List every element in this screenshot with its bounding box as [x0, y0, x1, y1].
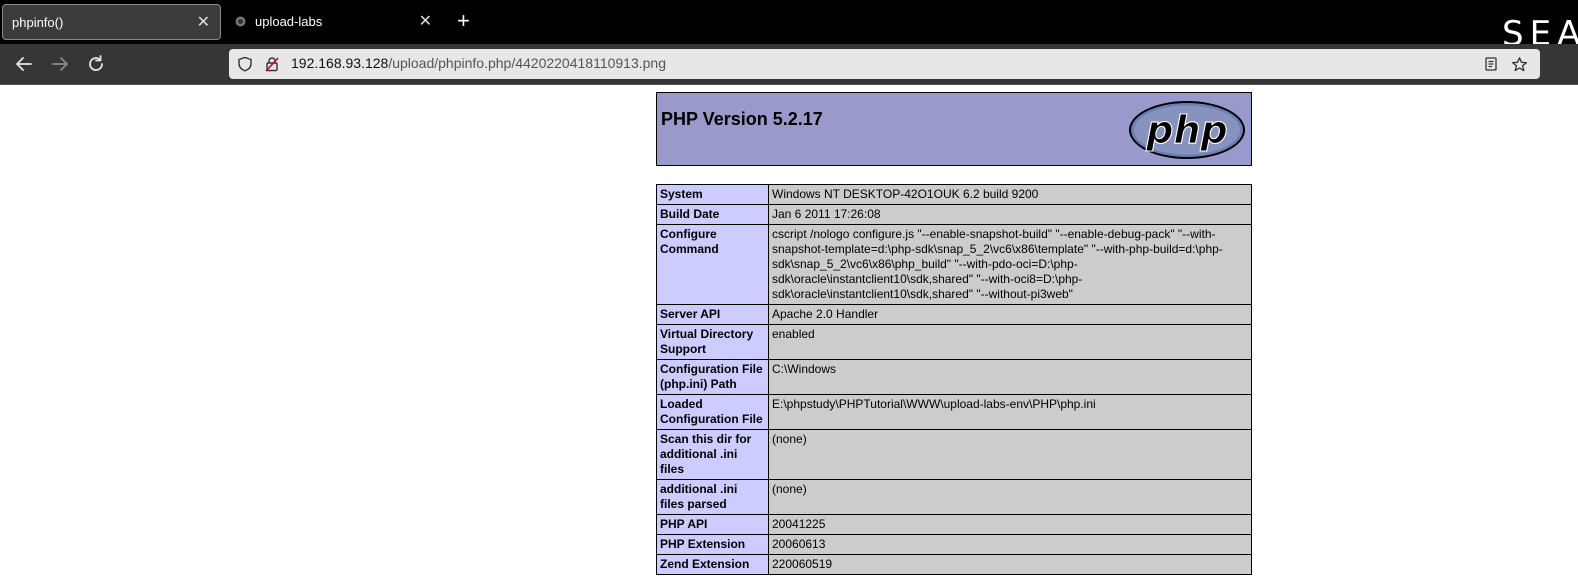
table-row: Configure Command cscript /nologo configu… [656, 224, 1252, 305]
row-value: 20041225 [768, 514, 1252, 535]
row-value: (none) [768, 479, 1252, 515]
table-row: Server API Apache 2.0 Handler [656, 304, 1252, 325]
tab-title: upload-labs [255, 14, 323, 29]
row-key: additional .ini files parsed [656, 479, 769, 515]
row-key: Configure Command [656, 224, 769, 305]
reload-icon[interactable] [85, 53, 107, 75]
row-key: Zend Extension [656, 554, 769, 575]
page-title: PHP Version 5.2.17 [661, 109, 823, 129]
tab-title: phpinfo() [12, 15, 64, 30]
table-row: Build Date Jan 6 2011 17:26:08 [656, 204, 1252, 225]
url-path: /upload/phpinfo.php/4420220418110913.png [388, 55, 667, 71]
row-value: C:\Windows [768, 359, 1252, 395]
tab-phpinfo[interactable]: phpinfo() ✕ [2, 4, 221, 40]
row-key: Virtual Directory Support [656, 324, 769, 360]
close-icon[interactable]: ✕ [197, 12, 210, 32]
php-logo[interactable]: php [1127, 99, 1247, 161]
row-key: PHP Extension [656, 534, 769, 555]
table-row: PHP API 20041225 [656, 514, 1252, 535]
shield-icon[interactable] [237, 56, 253, 72]
back-arrow-icon[interactable] [13, 53, 35, 75]
row-value: Apache 2.0 Handler [768, 304, 1252, 325]
row-key: Build Date [656, 204, 769, 225]
row-value: Jan 6 2011 17:26:08 [768, 204, 1252, 225]
favicon-icon [235, 16, 246, 27]
row-value: Windows NT DESKTOP-42O1OUK 6.2 build 920… [768, 184, 1252, 205]
address-bar[interactable]: 192.168.93.128/upload/phpinfo.php/442022… [229, 49, 1540, 79]
table-row: Loaded Configuration File E:\phpstudy\PHP… [656, 394, 1252, 430]
info-table: System Windows NT DESKTOP-42O1OUK 6.2 bui… [656, 184, 1252, 575]
table-row: Zend Extension 220060519 [656, 554, 1252, 575]
table-row: PHP Extension 20060613 [656, 534, 1252, 555]
tab-strip: phpinfo() ✕ upload-labs ✕ + SEA [0, 0, 1578, 54]
forward-arrow-icon[interactable] [49, 53, 71, 75]
close-icon[interactable]: ✕ [419, 11, 432, 31]
row-value: (none) [768, 429, 1252, 480]
row-value: E:\phpstudy\PHPTutorial\WWW\upload-labs-… [768, 394, 1252, 430]
row-key: Server API [656, 304, 769, 325]
row-key: System [656, 184, 769, 205]
row-value: 20060613 [768, 534, 1252, 555]
row-key: PHP API [656, 514, 769, 535]
reader-view-icon[interactable] [1483, 56, 1499, 72]
table-row: additional .ini files parsed (none) [656, 479, 1252, 515]
table-row: Virtual Directory Support enabled [656, 324, 1252, 360]
table-row: System Windows NT DESKTOP-42O1OUK 6.2 bui… [656, 184, 1252, 205]
row-key: Scan this dir for additional .ini files [656, 429, 769, 480]
tab-upload-labs[interactable]: upload-labs ✕ [224, 4, 442, 40]
url-text[interactable]: 192.168.93.128/upload/phpinfo.php/442022… [291, 55, 666, 71]
php-version-header: PHP Version 5.2.17 php [656, 92, 1252, 166]
table-row: Scan this dir for additional .ini files(… [656, 429, 1252, 480]
navigation-bar: 192.168.93.128/upload/phpinfo.php/442022… [0, 44, 1578, 85]
php-logo-text: php [1145, 108, 1227, 152]
row-key: Loaded Configuration File [656, 394, 769, 430]
new-tab-button[interactable]: + [457, 10, 470, 32]
bookmark-star-icon[interactable] [1511, 56, 1528, 73]
url-host: 192.168.93.128 [291, 55, 389, 71]
row-value: cscript /nologo configure.js "--enable-s… [768, 224, 1252, 305]
row-value: enabled [768, 324, 1252, 360]
row-value: 220060519 [768, 554, 1252, 575]
table-row: Configuration File (php.ini) Path C:\Wind… [656, 359, 1252, 395]
phpinfo-content: PHP Version 5.2.17 php System Windows NT … [656, 92, 1252, 575]
insecure-lock-icon[interactable] [264, 56, 280, 72]
row-key: Configuration File (php.ini) Path [656, 359, 769, 395]
